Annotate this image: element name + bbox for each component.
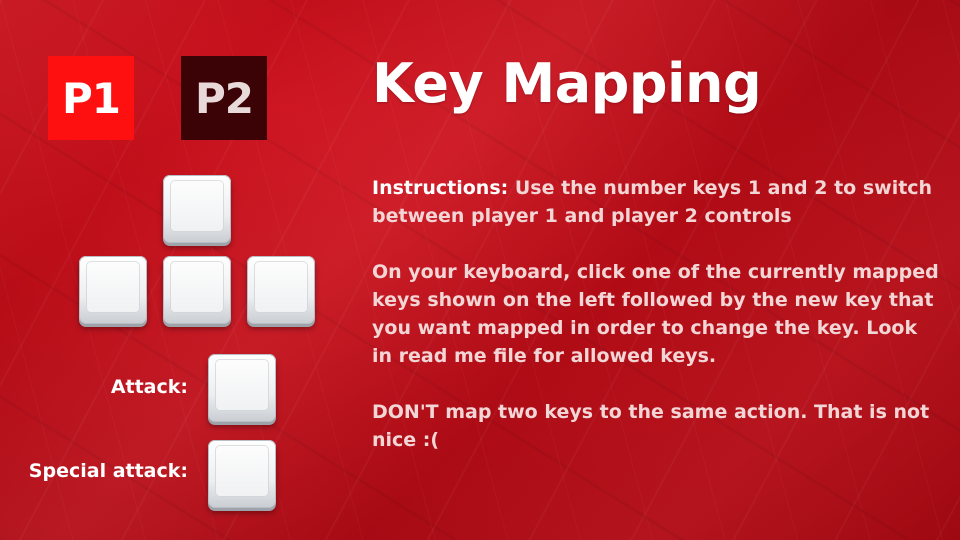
attack-key[interactable] [208,354,276,422]
player-2-tab[interactable]: P2 [181,56,267,140]
page-title: Key Mapping [372,52,762,115]
instructions-paragraph-2: On your keyboard, click one of the curre… [372,261,939,367]
move-up-key[interactable] [163,175,231,243]
instructions-heading: Instructions: [372,177,509,199]
move-right-key[interactable] [247,256,315,324]
instructions-intro: Instructions: Use the number keys 1 and … [372,174,942,230]
instructions-paragraph-3: DON'T map two keys to the same action. T… [372,401,930,451]
special-attack-key[interactable] [208,440,276,508]
attack-label: Attack: [110,376,188,398]
move-left-key[interactable] [79,256,147,324]
special-attack-label: Special attack: [28,460,188,482]
player-1-tab[interactable]: P1 [48,56,134,140]
move-down-key[interactable] [163,256,231,324]
instructions-panel: Instructions: Use the number keys 1 and … [372,174,942,482]
